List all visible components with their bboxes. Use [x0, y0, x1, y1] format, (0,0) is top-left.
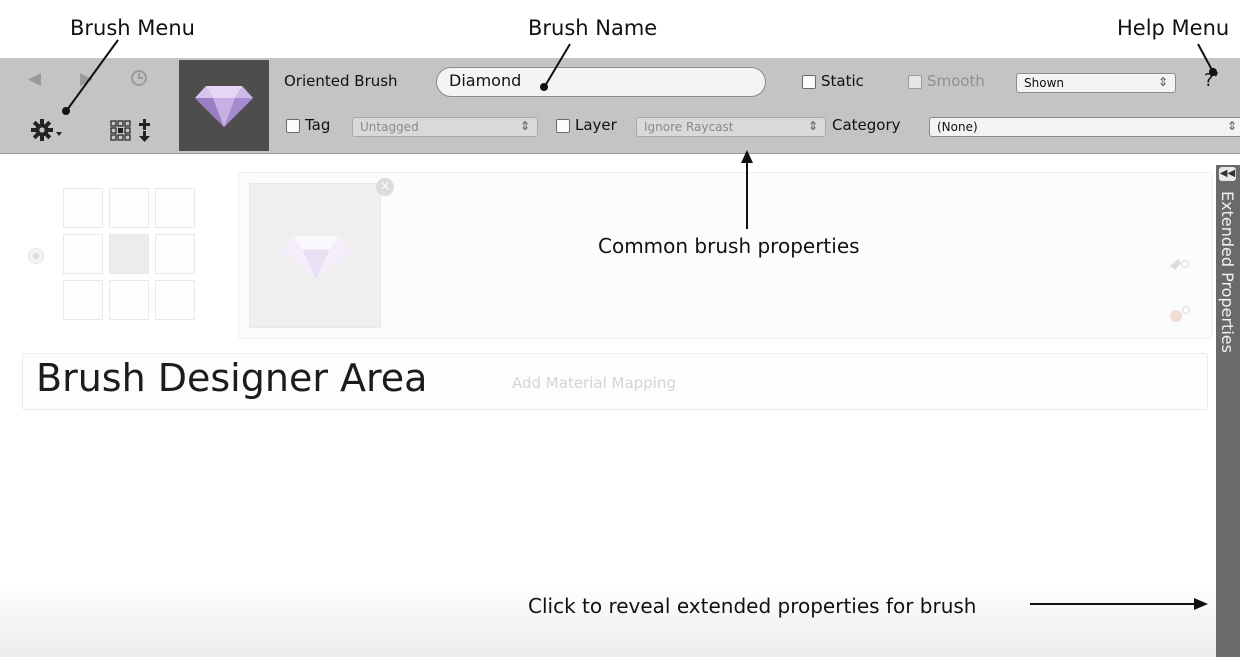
- brush-name-field[interactable]: Diamond: [436, 67, 766, 97]
- dropdown-caret-icon: ▾: [1213, 70, 1219, 80]
- layer-label: Layer: [575, 116, 617, 134]
- smooth-label: Smooth: [927, 72, 985, 90]
- layer-value: Ignore Raycast: [644, 120, 734, 134]
- static-checkbox[interactable]: [802, 75, 816, 89]
- tag-label: Tag: [305, 116, 331, 134]
- smooth-checkbox[interactable]: [908, 75, 922, 89]
- designer-area-annotation: Brush Designer Area: [36, 356, 428, 400]
- expand-panel-icon[interactable]: ◀◀: [1219, 167, 1236, 181]
- variation-thumbnail[interactable]: [249, 183, 381, 328]
- history-icon[interactable]: [130, 68, 150, 93]
- paint-brush-icon[interactable]: [1166, 254, 1192, 282]
- orientation-cell[interactable]: [109, 188, 149, 228]
- visibility-value: Shown: [1024, 76, 1064, 90]
- orientation-cell[interactable]: [155, 234, 195, 274]
- static-label: Static: [821, 72, 864, 90]
- forward-arrow-icon[interactable]: ▶: [80, 69, 93, 89]
- click-reveal-annotation: Click to reveal extended properties for …: [528, 594, 977, 618]
- extended-properties-panel[interactable]: ◀◀ Extended Properties: [1216, 165, 1240, 657]
- remove-variation-icon[interactable]: ×: [376, 178, 394, 196]
- add-material-mapping-label: Add Material Mapping: [512, 374, 676, 392]
- tag-checkbox[interactable]: [286, 119, 300, 133]
- category-value: (None): [937, 120, 978, 134]
- orientation-cell[interactable]: [63, 188, 103, 228]
- common-props-annotation: Common brush properties: [598, 234, 860, 258]
- select-arrow-icon: ⇕: [1226, 119, 1237, 133]
- brush-type-label: Oriented Brush: [284, 72, 398, 90]
- tag-value: Untagged: [360, 120, 419, 134]
- select-arrow-icon: ⇕: [519, 119, 530, 133]
- select-arrow-icon: ⇕: [807, 119, 818, 133]
- orientation-cell[interactable]: [63, 234, 103, 274]
- orientation-cell[interactable]: [155, 188, 195, 228]
- tag-select[interactable]: Untagged ⇕: [352, 117, 538, 137]
- orientation-cell[interactable]: [155, 280, 195, 320]
- brush-toolbar: ◀ ▶ Oriented Brush Diamond Static Smooth…: [0, 58, 1240, 154]
- orientation-cell[interactable]: [63, 280, 103, 320]
- brush-name-annotation: Brush Name: [528, 16, 658, 40]
- gear-icon[interactable]: [30, 117, 64, 147]
- brush-preview[interactable]: [179, 60, 269, 151]
- extended-properties-label: Extended Properties: [1218, 191, 1237, 353]
- orientation-cell[interactable]: [109, 280, 149, 320]
- orientation-cell-center[interactable]: [109, 234, 149, 274]
- help-menu-button[interactable]: ?▾: [1204, 70, 1218, 91]
- diamond-thumbnail-icon: [279, 235, 353, 280]
- color-wheel-icon[interactable]: [1166, 302, 1192, 330]
- brush-variation-radio[interactable]: [28, 248, 44, 264]
- help-label: ?: [1204, 70, 1214, 91]
- help-menu-annotation: Help Menu: [1117, 16, 1230, 40]
- layer-select[interactable]: Ignore Raycast ⇕: [636, 117, 826, 137]
- layer-checkbox[interactable]: [556, 119, 570, 133]
- select-arrow-icon: ⇕: [1157, 75, 1168, 89]
- category-select[interactable]: (None) ⇕: [929, 117, 1240, 137]
- category-label: Category: [832, 116, 901, 134]
- back-arrow-icon[interactable]: ◀: [28, 69, 41, 89]
- brush-layout-icon[interactable]: [110, 119, 158, 147]
- brush-menu-annotation: Brush Menu: [70, 16, 195, 40]
- diamond-preview-icon: [195, 85, 253, 127]
- visibility-select[interactable]: Shown ⇕: [1016, 73, 1176, 93]
